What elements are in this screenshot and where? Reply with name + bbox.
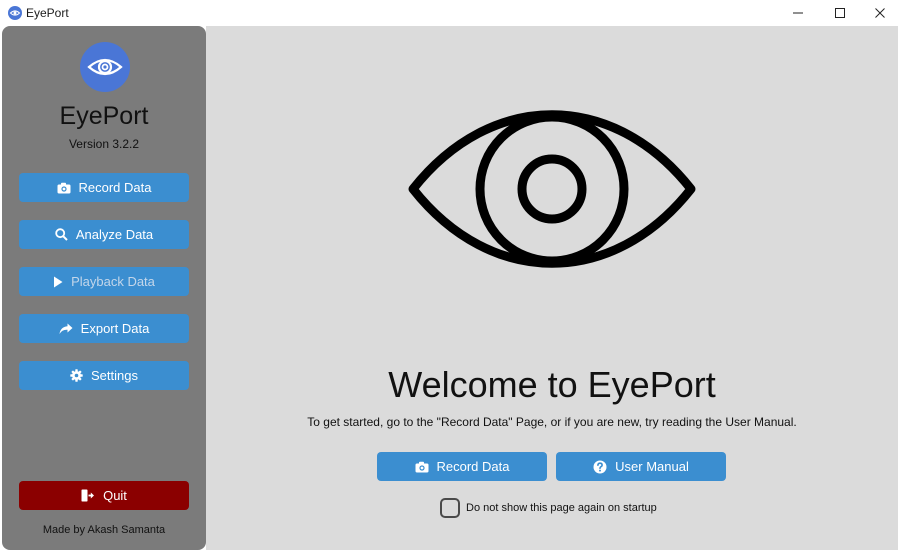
share-arrow-icon bbox=[59, 323, 73, 334]
close-icon bbox=[875, 8, 885, 18]
play-icon bbox=[54, 276, 63, 287]
sidebar-analyze-data-label: Analyze Data bbox=[75, 227, 154, 242]
quit-button[interactable]: Quit bbox=[19, 481, 189, 510]
help-circle-icon bbox=[593, 460, 607, 473]
sidebar-export-data-label: Export Data bbox=[80, 321, 150, 336]
camera-icon bbox=[415, 461, 428, 472]
camera-icon bbox=[57, 182, 70, 193]
search-icon bbox=[55, 228, 68, 241]
sidebar-settings-label: Settings bbox=[91, 368, 138, 383]
sidebar-settings-button[interactable]: Settings bbox=[19, 361, 189, 390]
sidebar-playback-data-label: Playback Data bbox=[71, 274, 155, 289]
eye-app-icon bbox=[8, 6, 22, 20]
minimize-icon bbox=[793, 12, 803, 14]
welcome-subtitle: To get started, go to the "Record Data" … bbox=[307, 415, 797, 429]
eye-logo-icon bbox=[80, 42, 130, 92]
eye-hero-icon bbox=[408, 110, 696, 268]
sidebar-playback-data-button[interactable]: Playback Data bbox=[19, 267, 189, 296]
record-data-label: Record Data bbox=[436, 459, 510, 474]
title-bar: EyePort bbox=[0, 0, 900, 26]
user-manual-button[interactable]: User Manual bbox=[556, 452, 726, 481]
main-panel: Welcome to EyePort To get started, go to… bbox=[206, 26, 898, 550]
sidebar-record-data-button[interactable]: Record Data bbox=[19, 173, 189, 202]
sidebar-analyze-data-button[interactable]: Analyze Data bbox=[19, 220, 189, 249]
maximize-icon bbox=[835, 8, 845, 18]
credit-text: Made by Akash Samanta bbox=[42, 524, 166, 536]
user-manual-label: User Manual bbox=[615, 459, 689, 474]
app-version: Version 3.2.2 bbox=[68, 137, 140, 151]
exit-door-icon bbox=[81, 489, 95, 502]
record-data-button[interactable]: Record Data bbox=[377, 452, 547, 481]
gear-icon bbox=[70, 369, 83, 382]
do-not-show-label: Do not show this page again on startup bbox=[466, 502, 657, 514]
app-window: EyePort EyePort Version 3.2.2 Record Dat… bbox=[0, 0, 900, 552]
startup-option: Do not show this page again on startup bbox=[440, 498, 657, 518]
do-not-show-checkbox[interactable] bbox=[440, 498, 460, 518]
minimize-button[interactable] bbox=[775, 0, 821, 26]
app-name: EyePort bbox=[59, 102, 149, 130]
close-button[interactable] bbox=[857, 0, 900, 26]
sidebar-record-data-label: Record Data bbox=[78, 180, 152, 195]
sidebar: EyePort Version 3.2.2 Record Data Analyz… bbox=[2, 26, 206, 550]
quit-label: Quit bbox=[103, 488, 127, 503]
sidebar-export-data-button[interactable]: Export Data bbox=[19, 314, 189, 343]
window-title: EyePort bbox=[26, 6, 69, 20]
welcome-heading: Welcome to EyePort bbox=[388, 364, 716, 405]
